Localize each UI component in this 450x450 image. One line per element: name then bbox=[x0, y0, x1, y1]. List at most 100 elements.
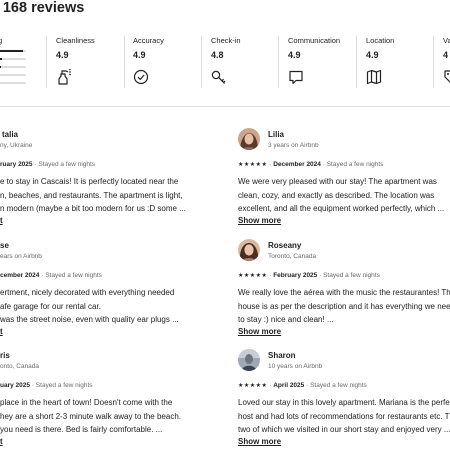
stay-length: Stayed a few nights bbox=[38, 161, 96, 168]
show-more-link[interactable]: t bbox=[0, 437, 3, 446]
stay-length: Stayed a few nights bbox=[326, 161, 384, 168]
review-text-line: was the street noise, even with quality … bbox=[0, 315, 179, 325]
check-circle-icon bbox=[133, 69, 149, 85]
review-text-line: place in the heart of town! Doesn't come… bbox=[0, 398, 173, 407]
category-accuracy: Accuracy 4.9 bbox=[133, 36, 199, 90]
reviews-heading: · 168 reviews bbox=[0, 0, 85, 16]
category-value: 4.8 bbox=[211, 50, 224, 60]
review-card: talia ny, Ukraine ruary 2025 · Stayed a … bbox=[0, 128, 215, 228]
show-more-link[interactable]: Show more bbox=[238, 437, 281, 446]
category-label: Check-in bbox=[211, 36, 241, 45]
review-text-line: ertment, nicely decorated with everythin… bbox=[0, 288, 175, 297]
category-check-in: Check-in 4.8 bbox=[211, 36, 277, 90]
category-divider bbox=[201, 36, 202, 88]
review-text: e to stay in Cascais! It is perfectly lo… bbox=[0, 175, 215, 216]
category-divider bbox=[278, 36, 279, 88]
review-text-line: e to stay in Cascais! It is perfectly lo… bbox=[0, 177, 179, 186]
review-text-line: Loved our stay in this lovely apartment.… bbox=[238, 398, 450, 407]
review-text-line: excellent, and all the equipment worked … bbox=[238, 204, 445, 214]
avatar[interactable] bbox=[238, 239, 260, 261]
category-label: Communication bbox=[288, 36, 341, 45]
review-card: Sharon 10 years on Airbnb ★★★★★ · April … bbox=[238, 349, 450, 449]
review-card: Roseany Toronto, Canada ★★★★★ · February… bbox=[238, 239, 450, 339]
rating-bar bbox=[0, 66, 26, 68]
show-more-link[interactable]: Show more bbox=[238, 327, 281, 336]
review-text-line: clean, cozy, and exactly as described. T… bbox=[238, 190, 435, 200]
category-value-for-money: Va 4 bbox=[443, 36, 450, 90]
category-divider bbox=[356, 36, 357, 88]
star-rating-icon: ★★★★★ bbox=[238, 383, 268, 389]
review-date: December 2024 bbox=[273, 161, 321, 168]
review-text-line: afe garage for our rental car. bbox=[0, 301, 101, 311]
key-icon bbox=[211, 70, 226, 84]
review-text: place in the heart of town! Doesn't come… bbox=[0, 396, 215, 437]
rating-bar bbox=[0, 58, 26, 60]
review-meta: uary 2025 · Stayed a few nights bbox=[0, 382, 93, 389]
reviewer-location: onto, Canada bbox=[0, 363, 40, 370]
review-text: Loved our stay in this lovely apartment.… bbox=[238, 396, 450, 437]
reviewer-tenure: 10 years on Airbnb bbox=[268, 363, 323, 370]
reviewer-tenure: 3 years on Airbnb bbox=[268, 142, 319, 149]
review-text-line: two of which we visited in our short sta… bbox=[238, 425, 450, 435]
rating-bar-fill bbox=[0, 66, 1, 68]
review-text-line: host and had lots of recommendations for… bbox=[238, 411, 450, 421]
category-cleanliness: Cleanliness 4.9 bbox=[56, 36, 122, 90]
stay-length: Stayed a few nights bbox=[323, 272, 380, 279]
review-meta: ruary 2025 · Stayed a few nights bbox=[0, 161, 95, 168]
avatar-photo bbox=[238, 239, 260, 261]
review-meta: ★★★★★ · April 2025 · Stayed a few nights bbox=[238, 382, 367, 389]
rating-distribution bbox=[0, 50, 30, 90]
rating-bar bbox=[0, 50, 26, 52]
review-text-line: We were very pleased with our stay! The … bbox=[238, 177, 437, 186]
review-text-line: house is as per the description and it h… bbox=[238, 301, 450, 311]
category-label: Location bbox=[366, 36, 395, 45]
avatar-photo bbox=[238, 128, 260, 150]
category-label: Cleanliness bbox=[56, 36, 95, 45]
review-text: We were very pleased with our stay! The … bbox=[238, 175, 450, 216]
avatar[interactable] bbox=[238, 128, 260, 150]
review-text-line: n, beaches, and restaurants. The apartme… bbox=[0, 190, 183, 200]
review-date: February 2025 bbox=[273, 272, 318, 279]
show-more-link[interactable]: t bbox=[0, 216, 3, 225]
avatar[interactable] bbox=[238, 349, 260, 371]
rating-bar bbox=[0, 74, 26, 76]
overall-rating-label: g bbox=[0, 36, 3, 45]
review-text: We really love the aérea with the music … bbox=[238, 286, 450, 327]
section-divider bbox=[0, 106, 450, 107]
category-label: Accuracy bbox=[133, 36, 164, 45]
reviewer-location: ears on Airbnb bbox=[0, 253, 42, 260]
category-value: 4.9 bbox=[288, 50, 301, 60]
review-text-line: you need is there. Bed is fairly comfort… bbox=[0, 425, 163, 435]
review-date: uary 2025 bbox=[0, 382, 30, 389]
stay-length: Stayed a few nights bbox=[310, 382, 367, 389]
star-rating-icon: ★★★★★ bbox=[238, 162, 268, 168]
category-value: 4.9 bbox=[366, 50, 379, 60]
price-tag-icon bbox=[444, 70, 450, 83]
spray-bottle-icon bbox=[58, 69, 72, 85]
show-more-link[interactable]: t bbox=[0, 327, 3, 336]
reviewer-name: Lilia bbox=[268, 130, 285, 139]
review-meta: cember 2024 · Stayed a few nights bbox=[0, 272, 102, 279]
reviewer-name: se bbox=[0, 241, 9, 250]
review-date: ruary 2025 bbox=[0, 161, 33, 168]
rating-bar-fill bbox=[0, 50, 23, 52]
reviewer-name: ris bbox=[0, 351, 10, 360]
review-card: ris onto, Canada uary 2025 · Stayed a fe… bbox=[0, 349, 215, 449]
review-text: ertment, nicely decorated with everythin… bbox=[0, 286, 215, 327]
show-more-link[interactable]: Show more bbox=[238, 216, 281, 225]
rating-bar bbox=[0, 82, 26, 84]
category-value: 4 bbox=[443, 50, 449, 60]
stay-length: Stayed a few nights bbox=[45, 272, 102, 279]
category-label: Va bbox=[443, 36, 450, 45]
reviewer-name: Sharon bbox=[268, 351, 296, 360]
review-text-line: n modern (maybe a bit too modern for us … bbox=[0, 204, 186, 214]
category-location: Location 4.9 bbox=[366, 36, 432, 90]
category-divider bbox=[124, 36, 125, 88]
reviewer-location: Toronto, Canada bbox=[268, 253, 317, 260]
review-date: April 2025 bbox=[273, 382, 305, 389]
review-card: Lilia 3 years on Airbnb ★★★★★ · December… bbox=[238, 128, 450, 228]
review-card: se ears on Airbnb cember 2024 · Stayed a… bbox=[0, 239, 215, 339]
category-divider bbox=[46, 36, 47, 88]
reviewer-location: ny, Ukraine bbox=[0, 142, 33, 149]
review-date: cember 2024 bbox=[0, 272, 40, 279]
